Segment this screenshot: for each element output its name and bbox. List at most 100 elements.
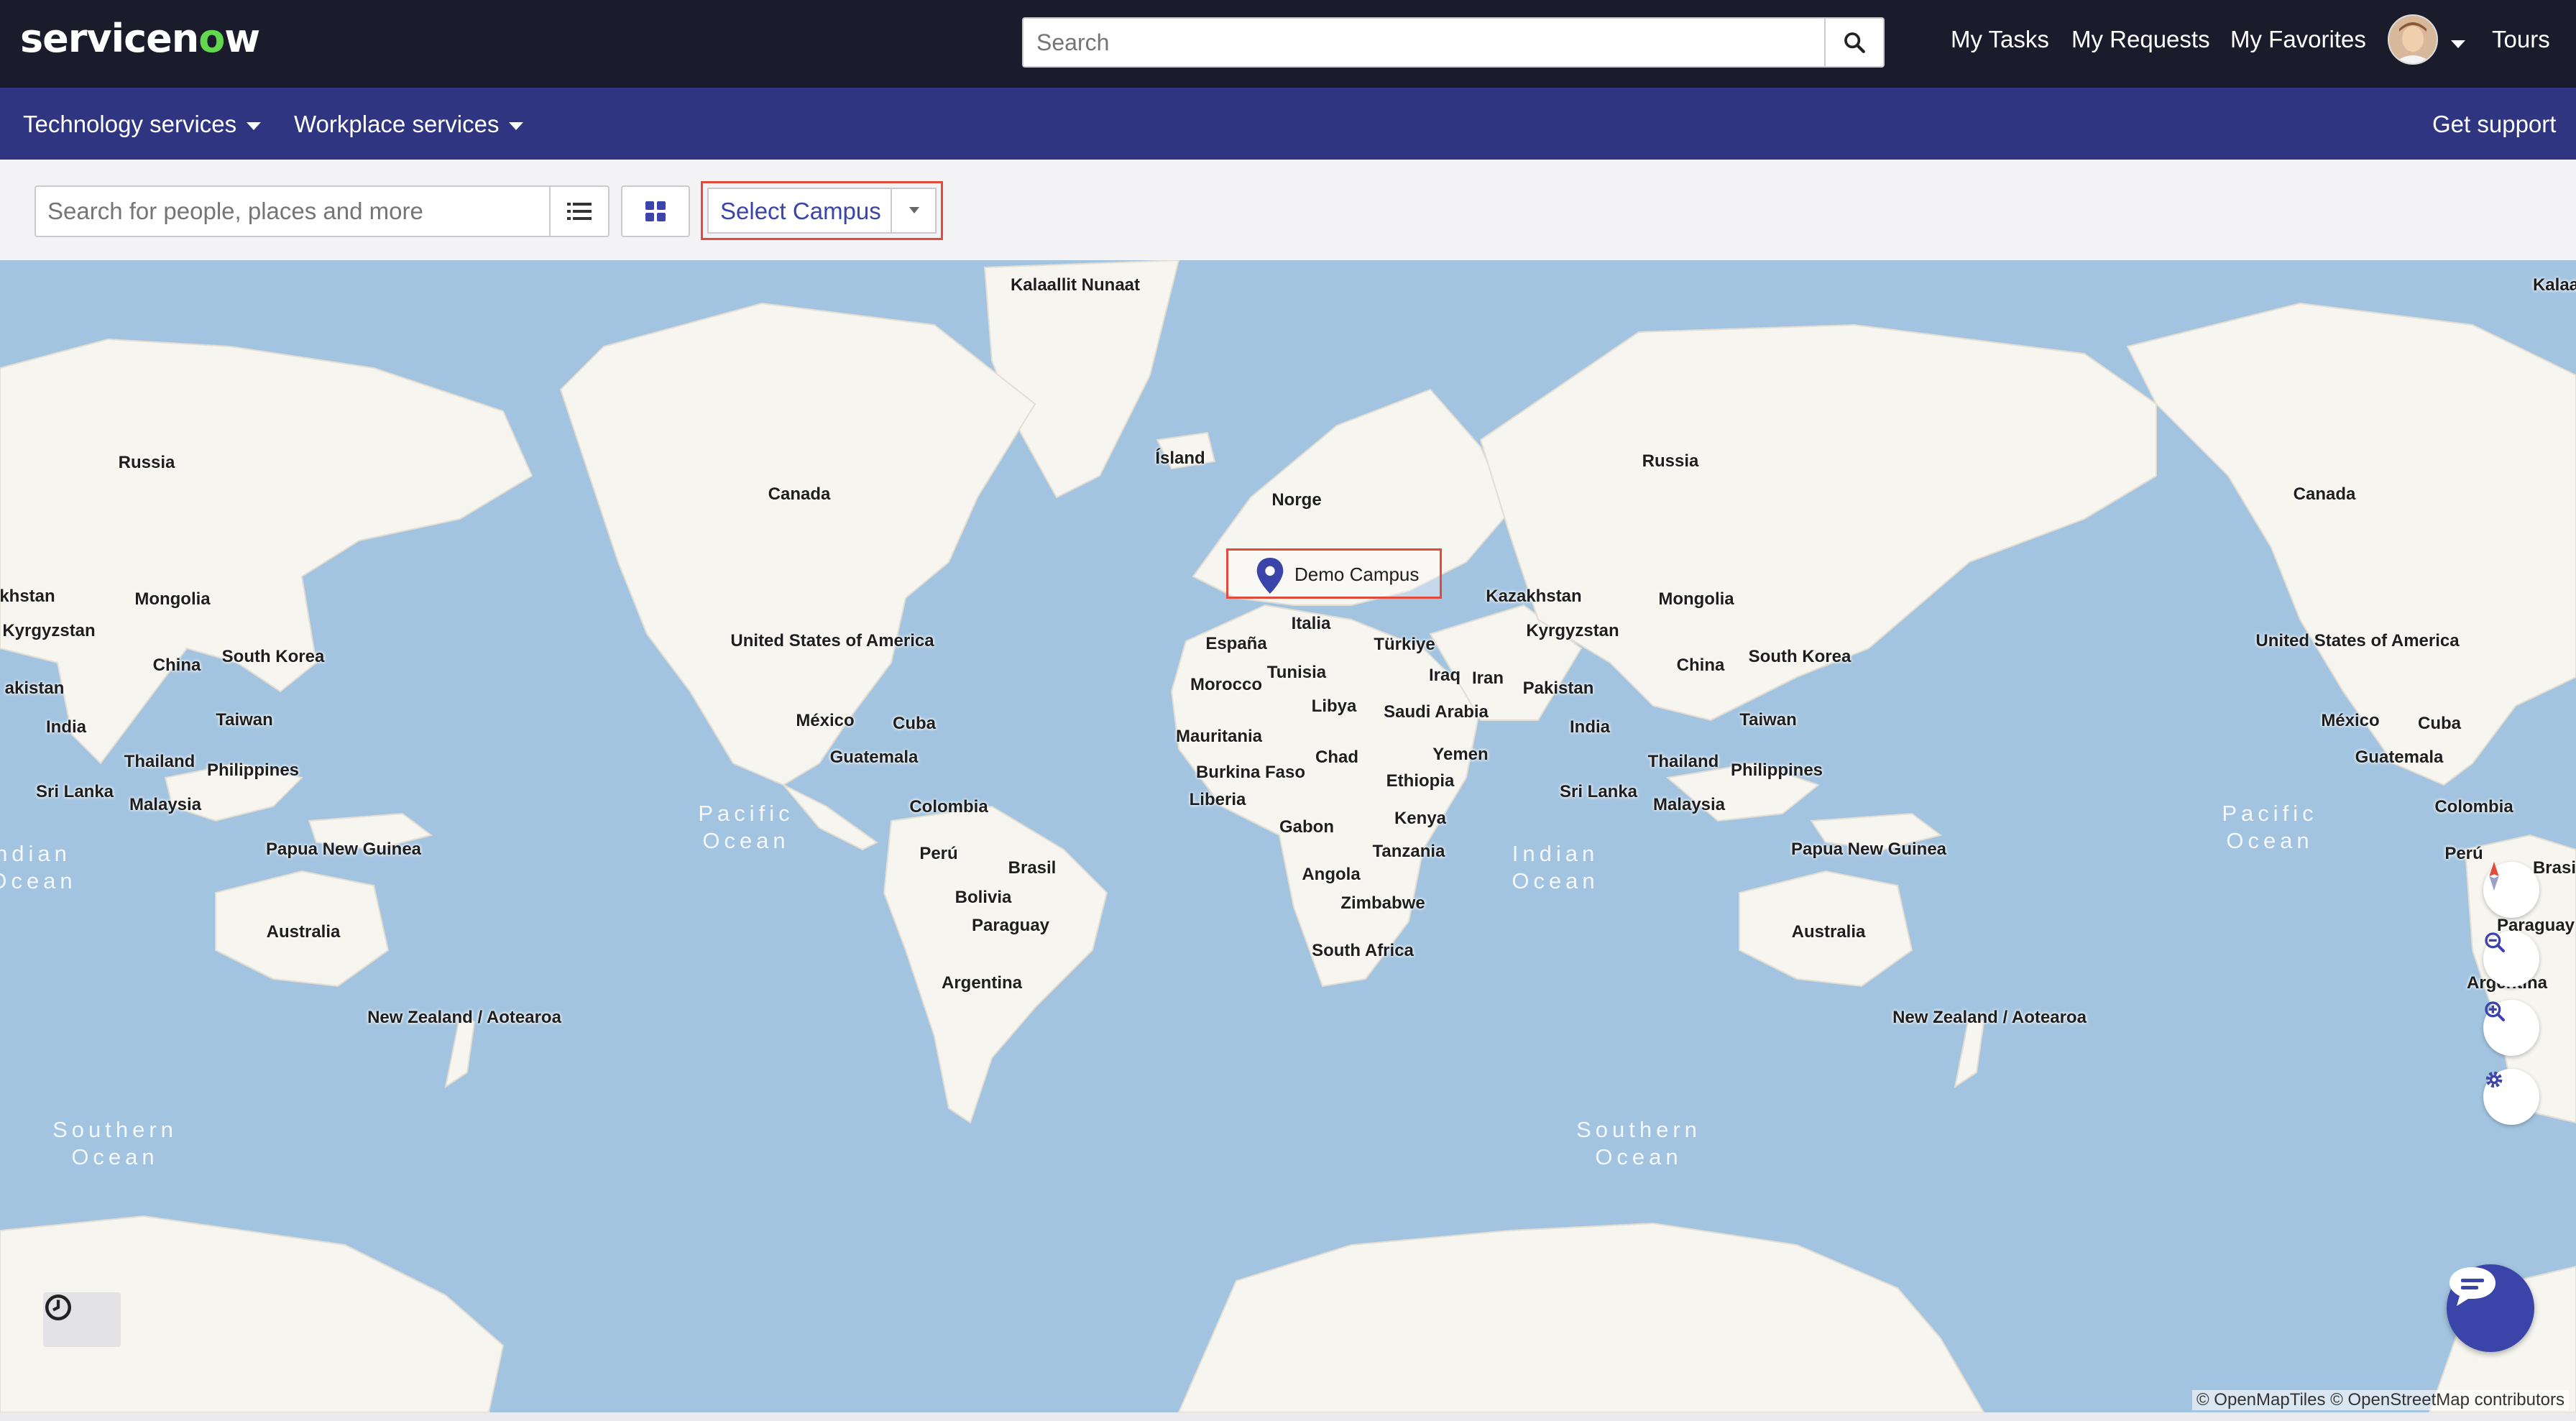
- map-label: Malaysia: [129, 795, 202, 814]
- map-label: Cuba: [2418, 714, 2461, 733]
- demo-campus-label: Demo Campus: [1294, 564, 1420, 585]
- map-label: Perú: [2444, 844, 2483, 863]
- map-label: Iran: [1471, 668, 1504, 688]
- chat-button[interactable]: [2447, 1264, 2534, 1352]
- gear-icon: [2485, 1071, 2503, 1088]
- map-label: Kyrgyzstan: [2, 621, 96, 640]
- map-label: Ethiopia: [1386, 771, 1455, 791]
- map-label: Gabon: [1279, 817, 1334, 837]
- map-label: Sri Lanka: [35, 782, 114, 801]
- map-label: Thailand: [124, 752, 196, 771]
- map-label: Colombia: [2434, 797, 2513, 817]
- land-asia-left: [0, 338, 533, 765]
- servicenow-logo[interactable]: servicenow: [20, 16, 260, 61]
- map-label: Chad: [1315, 748, 1358, 767]
- menu-workplace-services[interactable]: Workplace services: [294, 111, 524, 138]
- menu-technology-services[interactable]: Technology services: [23, 111, 262, 138]
- ocean-label: Indian Ocean: [1512, 841, 1599, 893]
- zoom-out-button[interactable]: [2483, 931, 2539, 987]
- map-label: México: [2321, 711, 2380, 730]
- map-label: Australia: [1791, 922, 1866, 942]
- map-label: Morocco: [1190, 675, 1263, 694]
- map-label: United States of America: [730, 631, 934, 650]
- map-label: New Zealand / Aotearoa: [367, 1008, 561, 1027]
- compass-icon: [2489, 862, 2499, 891]
- chevron-down-icon: [509, 121, 524, 130]
- map-label: South Korea: [221, 647, 325, 666]
- user-menu-chevron-down-icon[interactable]: [2451, 40, 2465, 48]
- zoom-in-button[interactable]: [2483, 1000, 2539, 1056]
- map-label: Malaysia: [1652, 795, 1726, 814]
- map-label: Guatemala: [2355, 748, 2444, 767]
- map-label: Zimbabwe: [1340, 893, 1425, 913]
- global-search: [1022, 17, 1885, 68]
- land-central-america: [783, 784, 878, 851]
- map-label: Philippines: [206, 760, 300, 780]
- global-search-input[interactable]: [1024, 19, 1825, 66]
- history-button[interactable]: [43, 1292, 121, 1347]
- nav-tours[interactable]: Tours: [2492, 26, 2550, 53]
- map-label: Canada: [2293, 484, 2356, 504]
- map-label: South Korea: [1748, 647, 1852, 666]
- map-label: Angola: [1302, 865, 1361, 884]
- map-label: Bolivia: [954, 888, 1012, 907]
- ocean-label: Southern Ocean: [52, 1117, 178, 1169]
- map-label: Russia: [1642, 451, 1699, 471]
- people-places-search-input[interactable]: [36, 187, 551, 236]
- map-label: Cuba: [893, 714, 936, 733]
- map-label: China: [1676, 656, 1725, 675]
- list-view-button[interactable]: [549, 187, 608, 236]
- demo-campus-marker[interactable]: Demo Campus: [1226, 548, 1442, 599]
- land-south-america: [883, 805, 1108, 1124]
- user-avatar[interactable]: [2388, 14, 2438, 65]
- compass-button[interactable]: [2483, 862, 2539, 918]
- map-label: Tanzania: [1372, 842, 1445, 861]
- map-label: Libya: [1311, 696, 1357, 716]
- map-label: Papua New Guinea: [1790, 840, 1947, 859]
- map-label: India: [45, 717, 87, 737]
- map-label: Taiwan: [1739, 710, 1797, 730]
- map-label: Argentina: [941, 973, 1023, 993]
- map-label: Canada: [768, 484, 831, 504]
- chat-icon: [2450, 1267, 2496, 1306]
- map-label: España: [1205, 634, 1267, 653]
- map-settings-button[interactable]: [2483, 1069, 2539, 1125]
- ocean-label: Pacific Ocean: [698, 801, 794, 853]
- map-attribution[interactable]: © OpenMapTiles © OpenStreetMap contribut…: [2191, 1390, 2569, 1410]
- map-label: Saudi Arabia: [1384, 702, 1489, 722]
- campus-select[interactable]: Select Campus: [707, 188, 937, 234]
- map-label: Philippines: [1730, 760, 1823, 780]
- map-label: Guatemala: [829, 748, 919, 767]
- list-icon: [567, 203, 592, 220]
- nav-my-favorites[interactable]: My Favorites: [2230, 26, 2366, 53]
- map-label: Mauritania: [1175, 727, 1263, 746]
- world-map[interactable]: Russia khstan Mongolia Kyrgyzstan China …: [0, 260, 2576, 1412]
- map-label: South Africa: [1312, 941, 1414, 960]
- map-label: Russia: [118, 453, 175, 472]
- map-label: Taiwan: [216, 710, 273, 730]
- map-label: Kalaallit Nunaat: [1010, 275, 1141, 295]
- page-footer-strip: [0, 1412, 2576, 1421]
- grid-view-button[interactable]: [621, 185, 690, 237]
- map-label: Papua New Guinea: [265, 840, 422, 859]
- nav-my-requests[interactable]: My Requests: [2071, 26, 2210, 53]
- map-label: United States of America: [2255, 631, 2460, 650]
- map-label: Mongolia: [1658, 589, 1734, 609]
- map-label: Norge: [1271, 490, 1322, 510]
- campus-select-arrow[interactable]: [891, 189, 935, 232]
- menu-workplace-services-label: Workplace services: [294, 111, 500, 137]
- secondary-nav: Technology services Workplace services G…: [0, 88, 2576, 160]
- search-button[interactable]: [1824, 19, 1883, 66]
- ocean-label: ndian Ocean: [0, 841, 77, 893]
- map-label: Sri Lanka: [1559, 782, 1638, 801]
- map-toolbar: Select Campus: [0, 160, 2576, 260]
- nav-my-tasks[interactable]: My Tasks: [1951, 26, 2049, 53]
- map-label: Kenya: [1394, 809, 1447, 828]
- map-label: Kyrgyzstan: [1526, 621, 1619, 640]
- map-label: Tunisia: [1266, 663, 1327, 682]
- map-label: Kalaa: [2532, 275, 2576, 295]
- get-support-link[interactable]: Get support: [2432, 111, 2556, 138]
- map-label: Mongolia: [134, 589, 211, 609]
- clock-icon: [45, 1294, 72, 1321]
- top-header: servicenow My Tasks My Requests My Favor…: [0, 0, 2576, 88]
